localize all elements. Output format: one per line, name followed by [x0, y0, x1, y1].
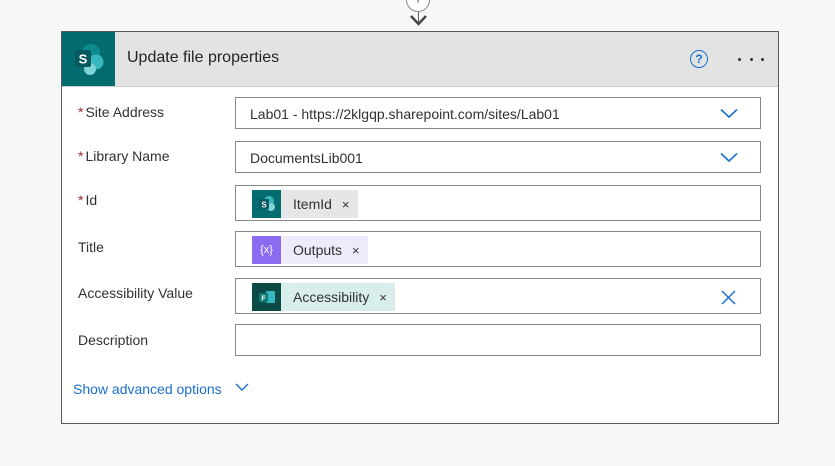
- forms-icon: F: [252, 283, 281, 311]
- library-name-dropdown[interactable]: DocumentsLib001: [235, 141, 761, 173]
- card-header[interactable]: S Update file properties ?: [62, 32, 778, 87]
- accessibility-value-input[interactable]: F Accessibility ×: [235, 278, 761, 314]
- site-address-label: * Site Address: [78, 104, 165, 120]
- site-address-value: Lab01 - https://2klgqp.sharepoint.com/si…: [250, 106, 560, 122]
- add-step-button[interactable]: +: [406, 0, 430, 12]
- remove-token-icon[interactable]: ×: [338, 190, 358, 218]
- card-title: Update file properties: [127, 49, 280, 66]
- title-label: Title: [78, 239, 104, 255]
- show-advanced-options-link[interactable]: Show advanced options: [73, 381, 222, 397]
- id-input[interactable]: S ItemId ×: [235, 185, 761, 221]
- site-address-dropdown[interactable]: Lab01 - https://2klgqp.sharepoint.com/si…: [235, 97, 761, 129]
- chevron-down-icon: [720, 108, 738, 119]
- chevron-down-icon: [720, 152, 738, 163]
- plus-icon: +: [413, 0, 422, 8]
- remove-token-icon[interactable]: ×: [348, 236, 368, 264]
- description-label: Description: [78, 332, 149, 348]
- svg-text:F: F: [261, 296, 266, 303]
- accessibility-value-label: Accessibility Value: [78, 285, 193, 301]
- token-label: Accessibility: [293, 289, 370, 305]
- sharepoint-icon: S: [62, 32, 115, 86]
- id-label: * Id: [78, 192, 98, 208]
- token-outputs[interactable]: {x} Outputs ×: [252, 236, 368, 264]
- clear-field-icon[interactable]: [721, 290, 736, 305]
- svg-text:S: S: [78, 52, 87, 67]
- remove-token-icon[interactable]: ×: [375, 283, 395, 311]
- help-circle-icon[interactable]: ?: [690, 50, 708, 68]
- token-label: Outputs: [293, 242, 343, 258]
- chevron-down-icon[interactable]: [235, 383, 249, 392]
- title-input[interactable]: {x} Outputs ×: [235, 231, 761, 267]
- library-name-value: DocumentsLib001: [250, 150, 363, 166]
- library-name-label: * Library Name: [78, 148, 170, 164]
- token-itemid[interactable]: S ItemId ×: [252, 190, 358, 218]
- expression-icon: {x}: [252, 236, 281, 264]
- action-card: S Update file properties ? * Site Address…: [61, 31, 779, 424]
- svg-text:S: S: [261, 201, 267, 210]
- arrow-down-icon: [410, 15, 427, 26]
- token-accessibility[interactable]: F Accessibility ×: [252, 283, 395, 311]
- token-label: ItemId: [293, 196, 332, 212]
- sharepoint-icon: S: [252, 190, 281, 218]
- more-options-icon[interactable]: [738, 50, 764, 68]
- description-input[interactable]: [235, 324, 761, 356]
